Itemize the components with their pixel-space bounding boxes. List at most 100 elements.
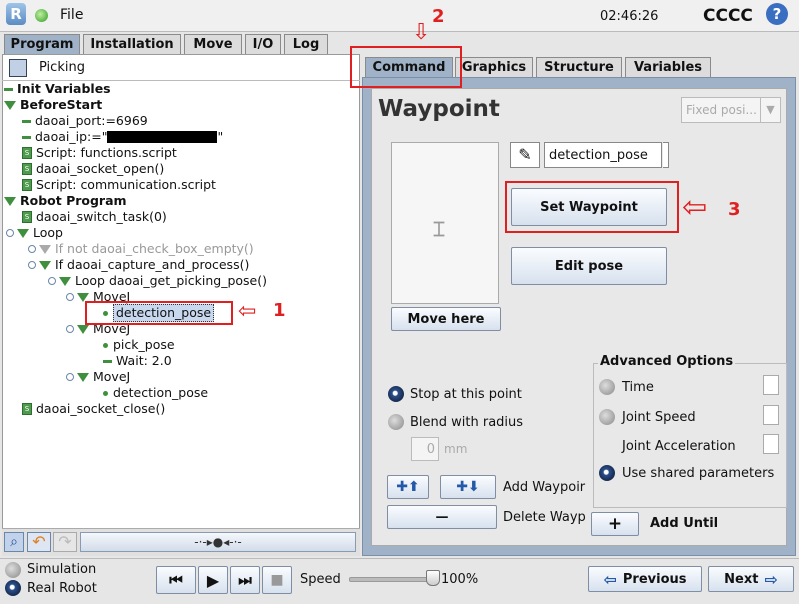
tab-io[interactable]: I/O (245, 34, 281, 54)
joint-speed-label: Joint Speed (622, 410, 696, 425)
fixed-position-label: Fixed posi... (686, 103, 757, 117)
tree-beforestart[interactable]: BeforeStart (4, 97, 102, 113)
tree-wait[interactable]: Wait: 2.0 (103, 353, 172, 369)
annotation-box-3 (505, 181, 679, 233)
previous-button[interactable]: ⇦ Previous (588, 566, 702, 592)
tab-installation[interactable]: Installation (83, 34, 181, 54)
clock: 02:46:26 (600, 9, 659, 24)
waypoint-title: Waypoint (378, 96, 500, 122)
status-led-icon (35, 9, 48, 22)
tree-ip[interactable]: daoai_ip:=" " (22, 129, 223, 145)
fixed-position-select[interactable]: Fixed posi... ▼ (681, 97, 781, 123)
tab-graphics[interactable]: Graphics (455, 57, 533, 77)
stop-icon[interactable]: ■ (262, 566, 292, 594)
shared-params-label: Use shared parameters (622, 466, 775, 481)
simulation-radio[interactable] (5, 562, 21, 578)
next-label: Next (724, 571, 759, 587)
joint-speed-radio[interactable] (599, 409, 615, 425)
save-icon[interactable] (9, 59, 27, 77)
header-bar (0, 0, 799, 32)
ur-logo-icon: R (6, 3, 26, 25)
speed-value: 100% (441, 572, 479, 587)
pose-preview (391, 142, 499, 304)
tab-move[interactable]: Move (184, 34, 242, 54)
arrow-left-icon: ⇦ (238, 299, 257, 324)
blend-radius-input[interactable]: 0 (411, 437, 439, 461)
program-name: Picking (39, 60, 85, 75)
add-waypoint-before-button[interactable]: ✚⬆ (387, 475, 429, 499)
tree-loop-picking[interactable]: Loop daoai_get_picking_pose() (48, 273, 267, 289)
annotation-box-1 (85, 301, 233, 325)
edit-pose-button[interactable]: Edit pose (511, 247, 667, 285)
redacted-block (107, 131, 218, 143)
pencil-icon[interactable]: ✎ (510, 142, 540, 168)
delete-waypoint-button[interactable]: — (387, 505, 497, 529)
tree-script-communication[interactable]: S Script: communication.script (22, 177, 216, 193)
tree-movej-3[interactable]: MoveJ (66, 369, 130, 385)
tab-variables[interactable]: Variables (625, 57, 711, 77)
simulation-label: Simulation (27, 562, 97, 577)
real-robot-radio[interactable] (5, 580, 21, 596)
arrow-right-nav-icon: ⇨ (764, 569, 778, 589)
add-until-button[interactable]: + (591, 512, 639, 536)
expand-collapse-button[interactable]: -·-▸●◂-·- (80, 532, 356, 552)
search-icon[interactable]: ⌕ (4, 532, 24, 552)
move-here-button[interactable]: Move here (391, 307, 501, 331)
add-waypoint-after-button[interactable]: ✚⬇ (440, 475, 496, 499)
speed-track[interactable] (349, 577, 437, 582)
add-until-label: Add Until (650, 516, 719, 531)
annotation-number-2: 2 (432, 6, 445, 27)
time-label: Time (622, 380, 654, 395)
tree-detection-pose-2[interactable]: detection_pose (103, 385, 208, 401)
robot-name: CCCC (703, 6, 753, 26)
tab-structure[interactable]: Structure (536, 57, 622, 77)
play-icon[interactable]: ▶ (198, 566, 228, 594)
stop-label: Stop at this point (410, 387, 522, 402)
tab-log[interactable]: Log (284, 34, 328, 54)
mm-label: mm (444, 442, 468, 456)
tree-script-functions[interactable]: S Script: functions.script (22, 145, 177, 161)
arrow-left-nav-icon: ⇦ (603, 569, 617, 589)
annotation-number-1: 1 (273, 300, 286, 321)
tree-init-variables[interactable]: Init Variables (4, 81, 111, 97)
speed-slider-thumb[interactable] (426, 570, 440, 586)
tree-pick-pose[interactable]: pick_pose (103, 337, 175, 353)
tree-if-check-box[interactable]: If not daoai_check_box_empty() (28, 241, 254, 257)
previous-label: Previous (622, 571, 687, 587)
real-robot-label: Real Robot (27, 581, 97, 596)
chevron-down-icon: ▼ (760, 98, 780, 122)
annotation-number-3: 3 (728, 199, 741, 220)
arrow-left-icon-2: ⇦ (682, 190, 708, 225)
name-field-edge (663, 142, 669, 168)
undo-icon[interactable]: ↶ (27, 532, 51, 552)
tree-socket-close[interactable]: Sdaoai_socket_close() (22, 401, 165, 417)
redo-icon[interactable]: ↷ (53, 532, 77, 552)
arrow-down-icon: ⇩ (412, 20, 431, 45)
skip-back-icon[interactable]: ⏮ (156, 566, 196, 594)
blend-radio[interactable] (388, 414, 404, 430)
speed-label: Speed (300, 572, 341, 587)
file-menu[interactable]: File (60, 7, 83, 23)
tree-socket-open[interactable]: Sdaoai_socket_open() (22, 161, 164, 177)
tree-robot-program[interactable]: Robot Program (4, 193, 127, 209)
tab-program[interactable]: Program (4, 34, 80, 54)
joint-acc-field[interactable] (763, 434, 779, 454)
next-button[interactable]: Next ⇨ (708, 566, 794, 592)
shared-params-radio[interactable] (599, 465, 615, 481)
stop-radio[interactable] (388, 386, 404, 402)
tree-switch-task[interactable]: Sdaoai_switch_task(0) (22, 209, 167, 225)
time-field[interactable] (763, 375, 779, 395)
waypoint-name-field[interactable]: detection_pose (544, 142, 662, 168)
step-icon[interactable]: ⏭ (230, 566, 260, 594)
delete-waypoint-label: Delete Wayp (503, 510, 586, 525)
joint-speed-field[interactable] (763, 405, 779, 425)
tree-loop[interactable]: Loop (6, 225, 63, 241)
annotation-box-2 (350, 46, 462, 88)
tree-if-capture[interactable]: If daoai_capture_and_process() (28, 257, 249, 273)
blend-label: Blend with radius (410, 415, 524, 430)
tree-port[interactable]: daoai_port:=6969 (22, 113, 148, 129)
help-icon[interactable]: ? (766, 3, 788, 25)
time-radio[interactable] (599, 379, 615, 395)
robot-preview-icon: ⌶ (433, 217, 445, 241)
joint-acc-label: Joint Acceleration (622, 439, 736, 454)
